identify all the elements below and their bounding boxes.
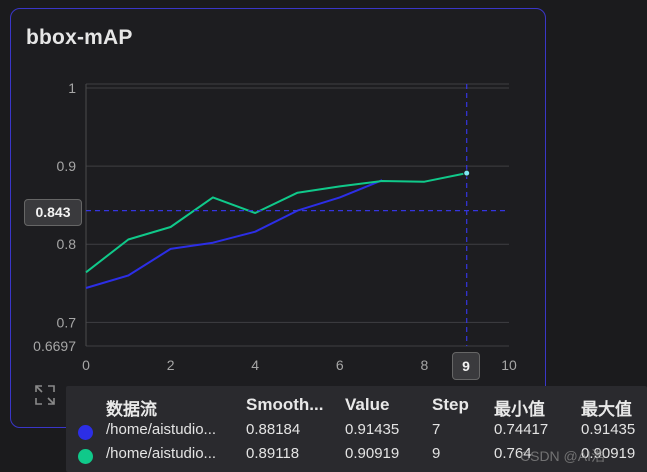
header-stream: 数据流: [106, 400, 157, 419]
y-tick-label: 0.7: [57, 314, 77, 330]
x-tick-label: 10: [501, 357, 517, 373]
smoothed-value: 0.89118: [246, 445, 300, 462]
step: 9: [432, 445, 441, 462]
crosshair-x-label: 9: [452, 352, 480, 380]
header-value: Value: [345, 395, 390, 414]
y-tick-label: 0.9: [57, 158, 77, 174]
min-value: 0.74417: [494, 421, 549, 438]
crosshair-y-label: 0.843: [24, 199, 82, 226]
x-tick-label: 0: [82, 357, 90, 373]
x-tick-label: 8: [421, 357, 429, 373]
x-tick-label: 4: [251, 357, 259, 373]
value: 0.90919: [345, 445, 400, 462]
x-tick-label: 6: [336, 357, 344, 373]
series-line: [85, 172, 467, 274]
header-max: 最大值: [581, 400, 632, 419]
max-value: 0.91435: [581, 421, 636, 438]
y-tick-label: 0.8: [57, 236, 77, 252]
tooltip-row: /home/aistudio... 0.88184 0.91435 7 0.74…: [66, 421, 647, 445]
y-tick-label: 0.6697: [33, 338, 76, 354]
series-line: [85, 179, 383, 289]
value: 0.91435: [345, 421, 400, 438]
header-smoothed: Smooth...: [246, 395, 324, 414]
hover-point: [463, 169, 471, 177]
step: 7: [432, 421, 441, 438]
expand-icon[interactable]: [34, 384, 56, 406]
series-color-dot: [78, 449, 93, 464]
header-step: Step: [432, 395, 469, 414]
y-tick-label: 1: [68, 80, 76, 96]
header-min: 最小值: [494, 400, 545, 419]
smoothed-value: 0.88184: [246, 421, 301, 438]
x-tick-label: 2: [167, 357, 175, 373]
stream-name: /home/aistudio...: [106, 421, 217, 438]
series-color-dot: [78, 425, 93, 440]
watermark: CSDN @AI浩: [520, 448, 605, 464]
stream-name: /home/aistudio...: [106, 445, 217, 462]
tooltip-header: 数据流 Smooth... Value Step 最小值 最大值: [66, 395, 647, 419]
